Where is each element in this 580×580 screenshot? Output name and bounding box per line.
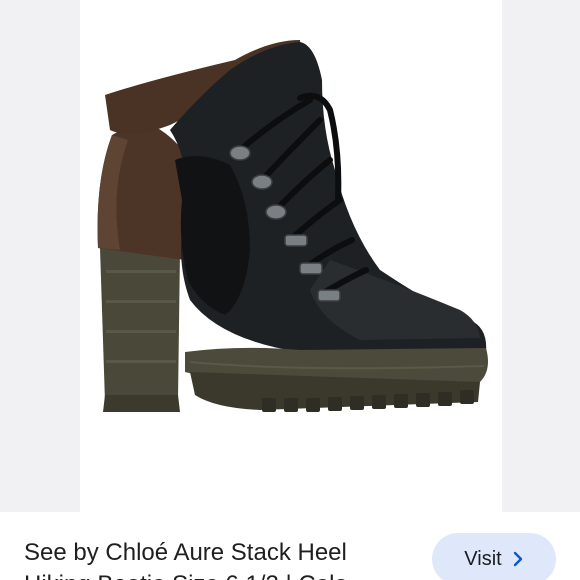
boot-illustration <box>97 40 488 412</box>
caption-bar: See by Chloé Aure Stack Heel Hiking Boot… <box>0 512 580 580</box>
visit-button[interactable]: Visit <box>432 533 556 580</box>
product-image[interactable] <box>0 0 580 512</box>
product-title[interactable]: See by Chloé Aure Stack Heel <box>24 538 347 568</box>
chevron-right-icon <box>513 551 522 567</box>
product-card: See by Chloé Aure Stack Heel Hiking Boot… <box>0 0 580 580</box>
product-title-line2[interactable]: Hiking Bootie Size 6 1/2 | Colo <box>24 570 348 580</box>
visit-button-label: Visit <box>464 547 502 570</box>
